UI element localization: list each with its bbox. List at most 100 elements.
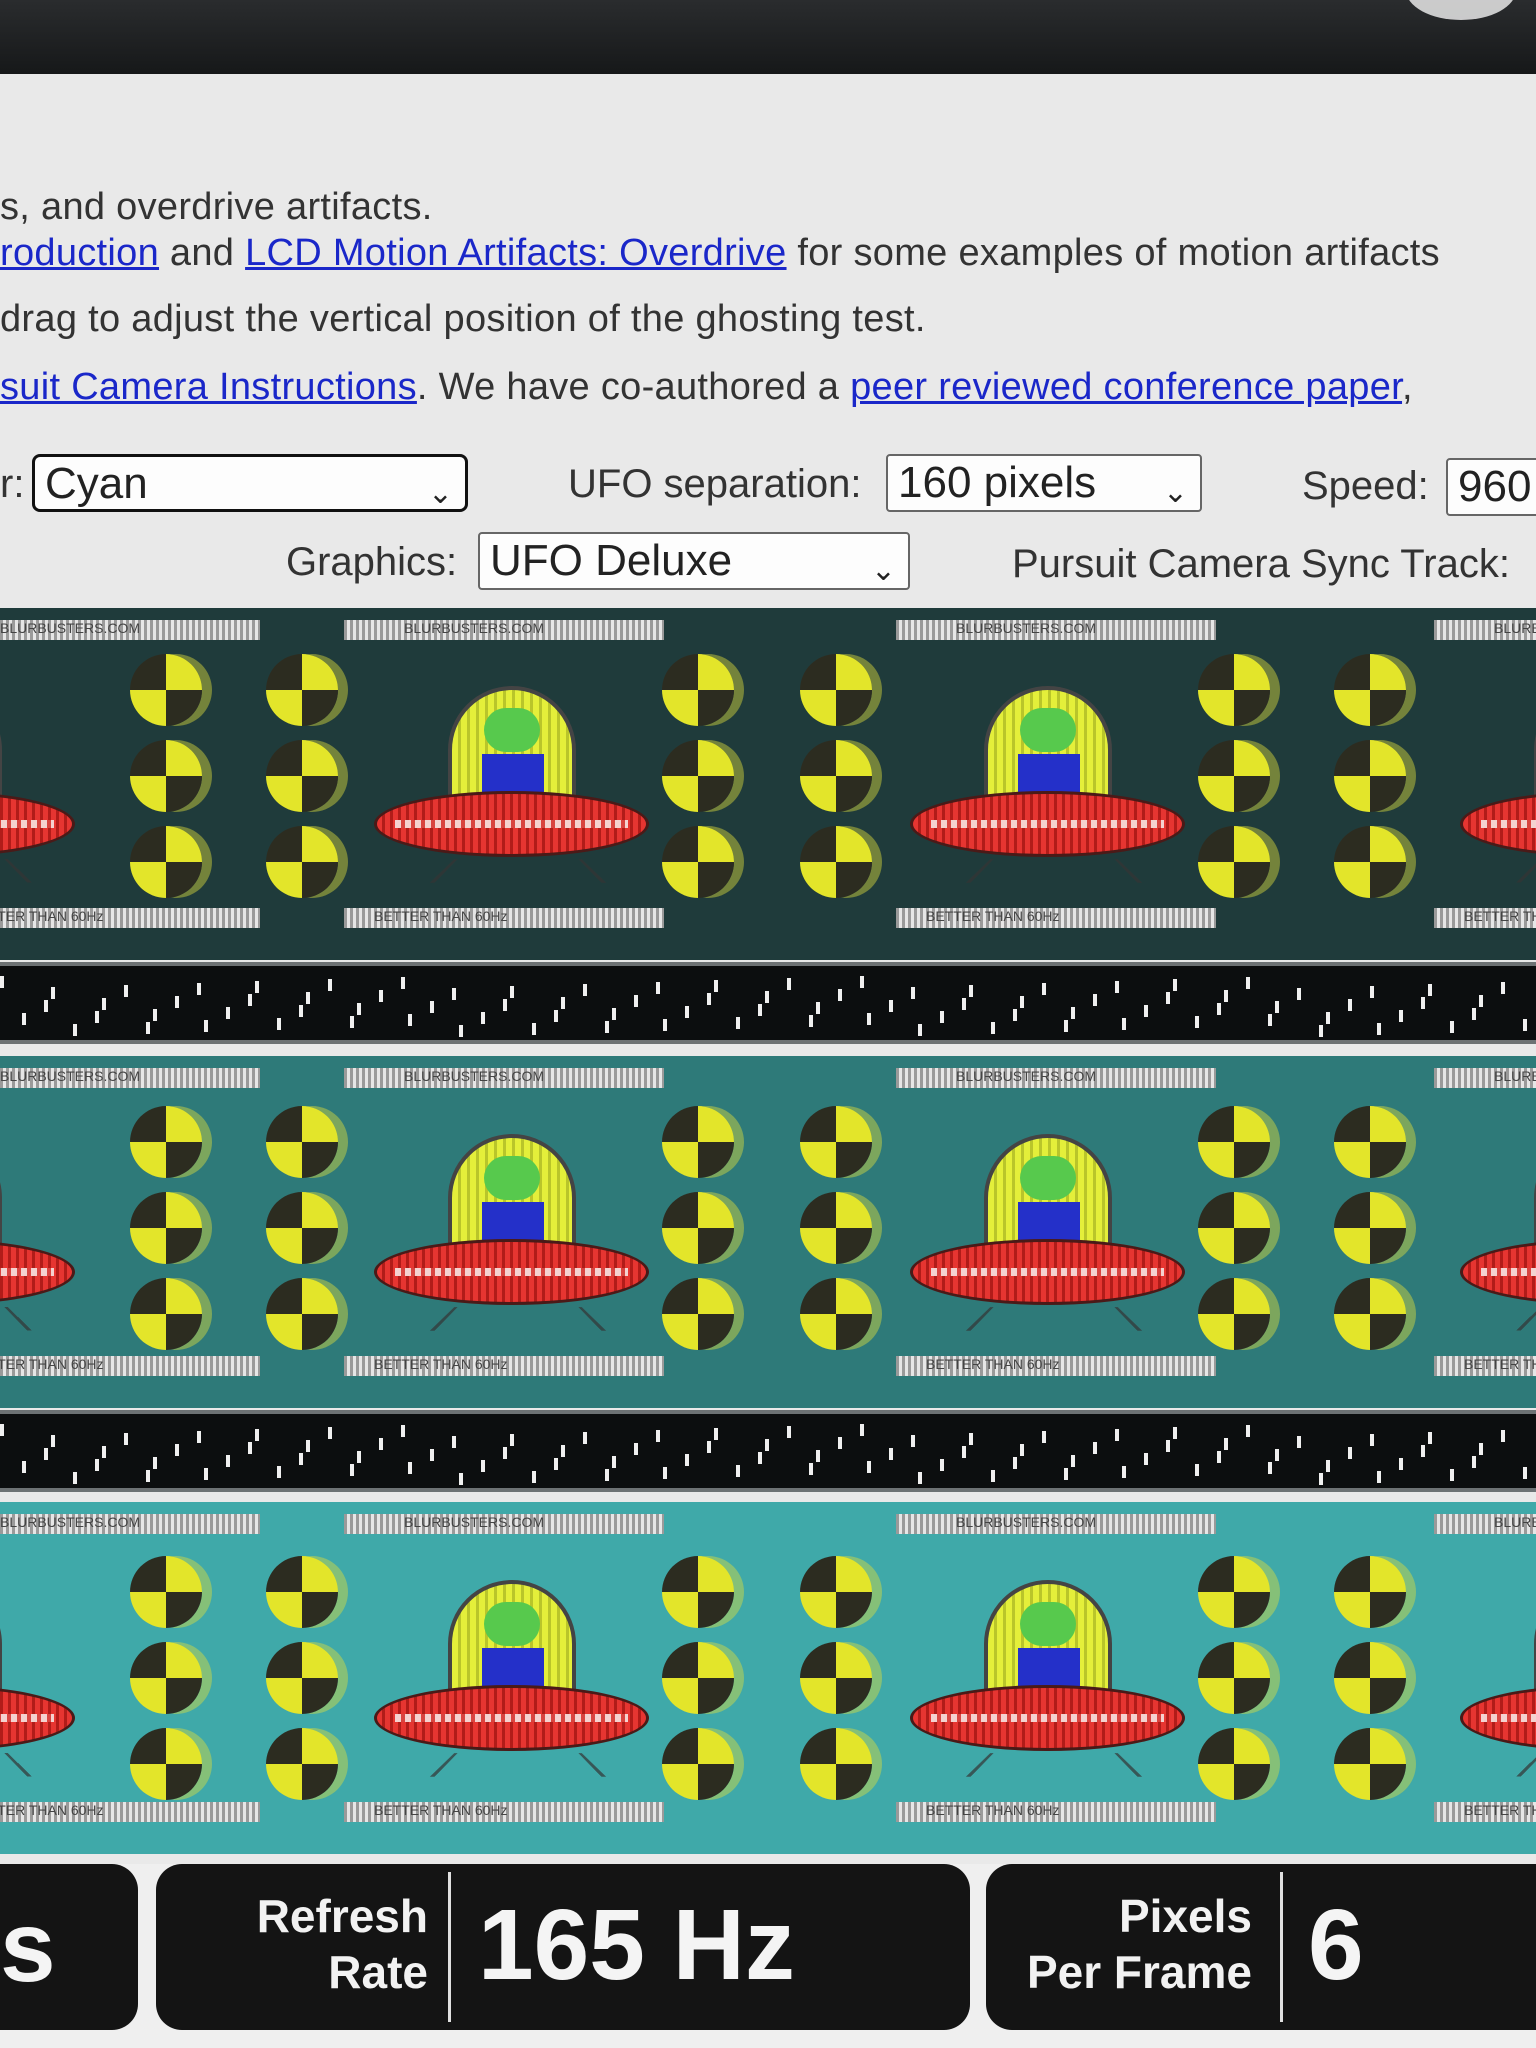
sync-mark xyxy=(663,1019,667,1031)
sync-mark xyxy=(765,991,769,1003)
sync-mark xyxy=(1479,995,1483,1007)
panel-divider xyxy=(1280,1872,1283,2022)
sync-mark xyxy=(561,1445,565,1457)
caption-bottom: BETTER THAN 60Hz xyxy=(344,908,664,928)
sync-mark xyxy=(481,1460,485,1472)
test-pattern-ball xyxy=(1334,1728,1406,1800)
caption-top: BLURBUSTERS.COM xyxy=(0,620,260,640)
ufo-sprite xyxy=(374,1580,649,1780)
sync-mark xyxy=(1450,1469,1454,1481)
ufo-legs xyxy=(1515,1307,1536,1331)
intro-line-2: roduction and LCD Motion Artifacts: Over… xyxy=(0,232,1440,274)
sync-mark xyxy=(860,976,864,988)
color-select[interactable]: Cyan ⌄ xyxy=(32,454,468,512)
sync-mark xyxy=(1020,1444,1024,1456)
pixels-per-frame-label: Pixels Per Frame xyxy=(1026,1890,1252,1998)
sync-mark xyxy=(44,1448,48,1460)
conference-paper-link[interactable]: peer reviewed conference paper xyxy=(850,366,1402,408)
test-pattern-ball xyxy=(130,826,202,898)
alien-body xyxy=(482,1202,544,1242)
test-pattern-ball xyxy=(266,740,338,812)
test-pattern-ball xyxy=(130,1106,202,1178)
sync-mark xyxy=(153,1457,157,1469)
sync-mark xyxy=(153,1009,157,1021)
panel-divider xyxy=(448,1872,451,2022)
color-select-value: Cyan xyxy=(45,459,148,508)
intro-line-1: s, and overdrive artifacts. xyxy=(0,186,433,228)
sync-mark xyxy=(1472,1456,1476,1468)
sync-mark xyxy=(656,982,660,994)
sync-mark xyxy=(554,1010,558,1022)
ufo-legs xyxy=(1515,859,1536,883)
ufo-sprite xyxy=(374,686,649,886)
graphics-select[interactable]: UFO Deluxe ⌄ xyxy=(478,532,910,590)
test-pattern-ball xyxy=(662,1278,734,1350)
sync-mark xyxy=(1064,1020,1068,1032)
caption-top: BLURBUSTERS.COM xyxy=(0,1068,260,1088)
sync-mark xyxy=(452,988,456,1000)
sync-mark xyxy=(430,1001,434,1013)
speed-select[interactable]: 960 xyxy=(1446,458,1536,516)
chevron-down-icon: ⌄ xyxy=(870,554,896,587)
ufo-sprite xyxy=(910,1134,1185,1334)
test-pattern-ball xyxy=(266,826,338,898)
sync-mark xyxy=(1421,1445,1425,1457)
alien-body xyxy=(1018,1202,1080,1242)
test-pattern-ball xyxy=(266,654,338,726)
sync-mark xyxy=(408,1014,412,1026)
alien-head xyxy=(1020,708,1076,752)
ufo-saucer xyxy=(910,791,1185,857)
sync-mark xyxy=(175,996,179,1008)
sync-mark xyxy=(0,976,4,988)
alien-body xyxy=(1018,1648,1080,1688)
sync-mark xyxy=(969,985,973,997)
web-page: s, and overdrive artifacts. roduction an… xyxy=(0,74,1536,2048)
test-pattern-ball xyxy=(800,1728,872,1800)
sync-mark xyxy=(255,1429,259,1441)
sync-mark xyxy=(102,1446,106,1458)
pursuit-camera-instructions-link[interactable]: suit Camera Instructions xyxy=(0,366,417,408)
test-pattern-ball xyxy=(266,1106,338,1178)
sync-mark xyxy=(991,1022,995,1034)
ufo-legs xyxy=(965,859,1143,883)
test-pattern-ball xyxy=(266,1728,338,1800)
test-pattern-ball xyxy=(1334,740,1406,812)
sync-mark xyxy=(95,1459,99,1471)
refresh-rate-label: Refresh Rate xyxy=(256,1890,428,1998)
sync-mark xyxy=(1246,977,1250,989)
ufo-track[interactable]: BLURBUSTERS.COM BETTER THAN 60Hz BLURBUSTE… xyxy=(0,1056,1536,1408)
sync-mark xyxy=(1093,1442,1097,1454)
ufo-saucer xyxy=(910,1239,1185,1305)
separation-select[interactable]: 160 pixels ⌄ xyxy=(886,454,1202,512)
caption-bottom: BETTER THAN 60Hz xyxy=(896,1356,1216,1376)
lcd-overdrive-link[interactable]: LCD Motion Artifacts: Overdrive xyxy=(245,232,786,274)
ufo-track[interactable]: BLURBUSTERS.COM BETTER THAN 60Hz BLURBUSTE… xyxy=(0,608,1536,960)
left-status-panel: s xyxy=(0,1864,138,2030)
refresh-rate-value: 165 Hz xyxy=(478,1889,795,2001)
test-pattern-ball xyxy=(800,1642,872,1714)
sync-mark xyxy=(911,1435,915,1447)
sync-mark xyxy=(911,987,915,999)
test-pattern-ball xyxy=(800,826,872,898)
introduction-link[interactable]: roduction xyxy=(0,232,159,274)
sync-mark xyxy=(124,985,128,997)
sync-mark xyxy=(736,1465,740,1477)
test-pattern-ball xyxy=(662,826,734,898)
sync-mark xyxy=(1428,1432,1432,1444)
test-pattern-ball xyxy=(1198,654,1270,726)
test-pattern-ball xyxy=(1198,1642,1270,1714)
ufo-dome xyxy=(0,686,2,806)
ufo-track[interactable]: BLURBUSTERS.COM BETTER THAN 60Hz BLURBUSTE… xyxy=(0,1502,1536,1854)
sync-mark xyxy=(867,1461,871,1473)
sync-mark xyxy=(1501,982,1505,994)
test-pattern-ball xyxy=(266,1556,338,1628)
test-pattern-ball xyxy=(800,654,872,726)
test-pattern-ball xyxy=(130,654,202,726)
sync-mark xyxy=(714,980,718,992)
monitor-bezel xyxy=(0,0,1536,74)
test-pattern-ball xyxy=(1198,740,1270,812)
sync-mark xyxy=(51,987,55,999)
test-pattern-ball xyxy=(800,1278,872,1350)
ufo-saucer xyxy=(0,1239,75,1305)
ufo-dome xyxy=(0,1580,2,1700)
